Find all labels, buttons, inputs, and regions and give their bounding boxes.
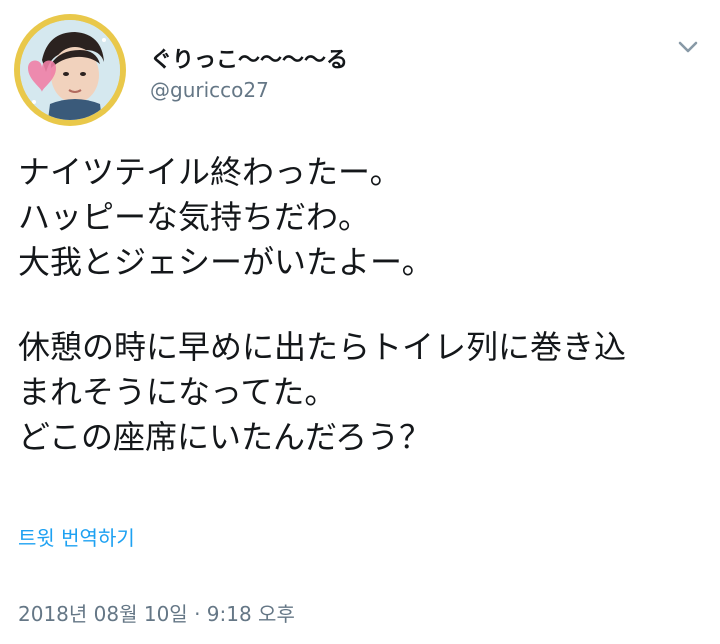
tweet-line: 休憩の時に早めに出たらトイレ列に巻き込 <box>18 328 627 366</box>
chevron-down-icon[interactable] <box>674 36 702 58</box>
tweet-text: ナイツテイル終わったー。 ハッピーな気持ちだわ。 大我とジェシーがいたよー。 休… <box>18 150 708 460</box>
tweet-line: ナイツテイル終わったー。 <box>18 153 402 191</box>
tweet-line: 大我とジェシーがいたよー。 <box>18 243 434 281</box>
avatar-photo <box>20 20 120 120</box>
tweet-line: どこの座席にいたんだろう？ <box>18 418 432 456</box>
display-name[interactable]: ぐりっこ〜〜〜〜る <box>150 42 348 74</box>
tweet-header: ぐりっこ〜〜〜〜る @guricco27 <box>0 0 720 130</box>
avatar-portrait-icon <box>20 20 120 120</box>
tweet-line: ハッピーな気持ちだわ。 <box>18 198 371 236</box>
tweet-timestamp[interactable]: 2018년 08월 10일 · 9:18 오후 <box>18 598 295 627</box>
avatar[interactable] <box>14 14 126 126</box>
tweet-line: まれそうになってた。 <box>18 373 337 411</box>
translate-tweet-link[interactable]: 트윗 번역하기 <box>18 522 135 551</box>
user-handle[interactable]: @guricco27 <box>150 78 269 102</box>
